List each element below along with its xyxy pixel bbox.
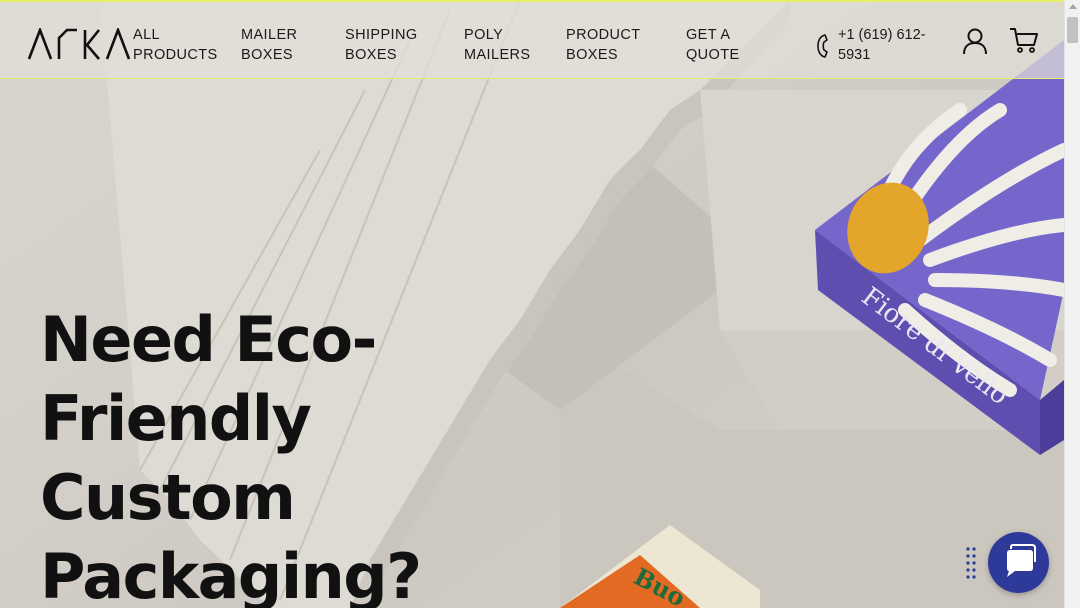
page-scrollbar[interactable] — [1064, 0, 1080, 608]
phone-icon[interactable] — [816, 33, 832, 59]
chat-icon — [1007, 544, 1036, 577]
nav-all-products[interactable]: ALL PRODUCTS — [133, 25, 218, 65]
nav-product-boxes[interactable]: PRODUCT BOXES — [566, 25, 641, 65]
nav-shipping-boxes[interactable]: SHIPPING BOXES — [345, 25, 418, 65]
phone-number-link[interactable]: +1 (619) 612-5931 — [838, 25, 948, 65]
hero-heading: Need Eco-Friendly Custom Packaging? — [40, 303, 422, 608]
scroll-up-arrow-icon[interactable] — [1069, 4, 1077, 9]
site-header: ALL PRODUCTS MAILER BOXES SHIPPING BOXES… — [0, 0, 1064, 79]
arka-logo[interactable] — [27, 28, 131, 60]
scroll-thumb[interactable] — [1067, 17, 1078, 43]
drag-handle-icon[interactable] — [965, 546, 977, 580]
chat-button[interactable] — [988, 532, 1049, 593]
cart-icon[interactable] — [1009, 26, 1039, 54]
nav-get-a-quote[interactable]: GET A QUOTE — [686, 25, 740, 65]
nav-mailer-boxes[interactable]: MAILER BOXES — [241, 25, 297, 65]
page: Fiore di Vello Buo ALL PRODUCTS MAILER B… — [0, 0, 1064, 608]
user-icon[interactable] — [961, 27, 989, 55]
nav-poly-mailers[interactable]: POLY MAILERS — [464, 25, 530, 65]
